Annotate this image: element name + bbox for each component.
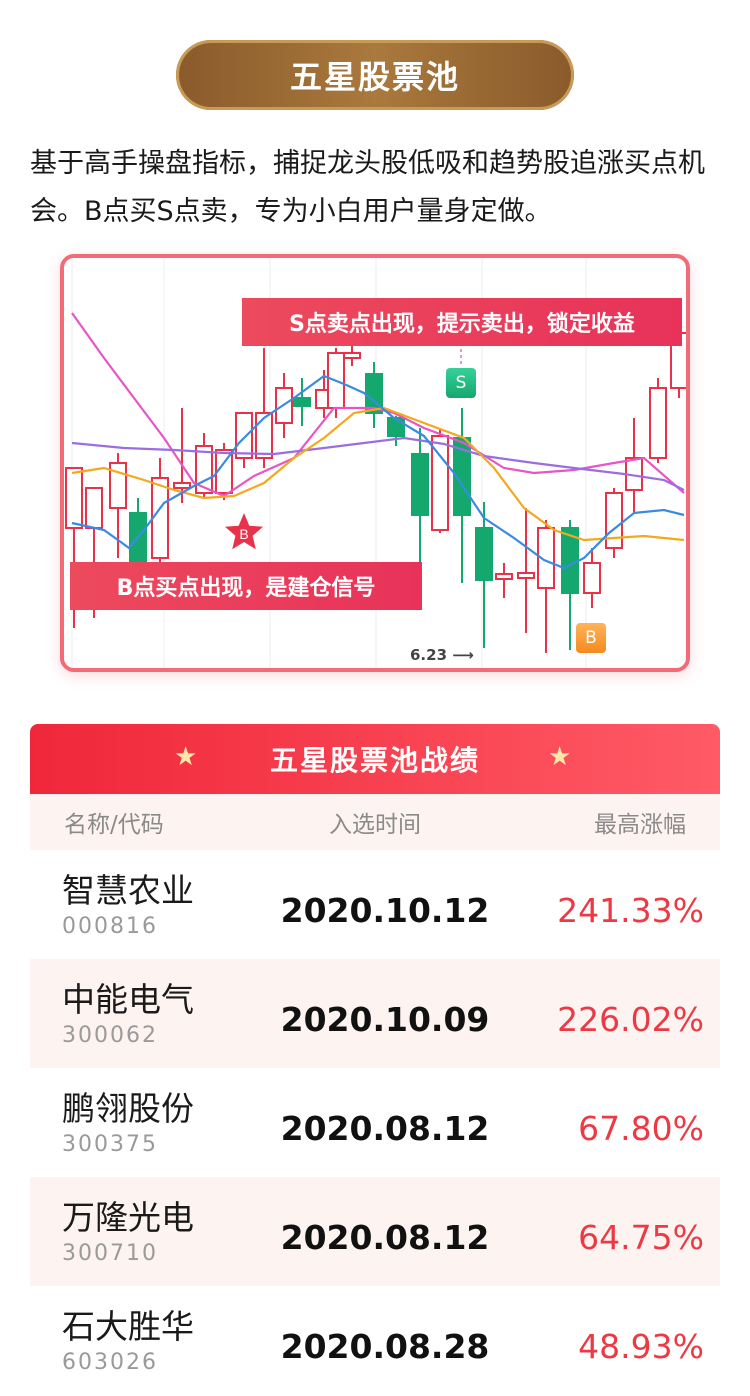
candle-down (475, 527, 493, 581)
selected-date: 2020.08.12 (280, 1109, 490, 1148)
candle-up (85, 487, 103, 529)
max-gain: 48.93% (578, 1327, 704, 1366)
candlestick-chart-card: B S点卖点出现，提示卖出，锁定收益 B点买点出现，是建仓信号 S B 6.23… (60, 254, 690, 672)
table-row[interactable]: 万隆光电 300710 2020.08.12 64.75% (30, 1177, 720, 1286)
stock-code: 603026 (62, 1349, 158, 1375)
candle-up (605, 492, 623, 549)
candle-up (65, 467, 83, 529)
stock-code: 000816 (62, 913, 158, 939)
buy-point-tag: B (576, 623, 606, 653)
selected-date: 2020.08.28 (280, 1327, 490, 1366)
stock-name: 万隆光电 (62, 1197, 194, 1237)
candle-up (235, 412, 253, 459)
table-row[interactable]: 石大胜华 603026 2020.08.28 48.93% (30, 1286, 720, 1395)
column-header-date: 入选时间 (329, 812, 421, 838)
column-header-gain: 最高涨幅 (594, 812, 686, 838)
candle-up (173, 482, 191, 489)
table-title: 五星股票池战绩 (269, 744, 480, 777)
stock-name: 石大胜华 (62, 1306, 194, 1346)
buy-signal-banner: B点买点出现，是建仓信号 (70, 562, 422, 610)
table-body: 智慧农业 000816 2020.10.12 241.33% 中能电气 3000… (30, 850, 720, 1395)
candle-up (255, 412, 273, 459)
table-header: ★ 五星股票池战绩 ★ (30, 724, 720, 794)
selected-date: 2020.10.09 (280, 1000, 490, 1039)
max-gain: 64.75% (578, 1218, 704, 1257)
stock-code: 300375 (62, 1131, 158, 1157)
stock-name: 中能电气 (62, 979, 194, 1019)
table-row[interactable]: 中能电气 300062 2020.10.09 226.02% (30, 959, 720, 1068)
stock-name: 智慧农业 (62, 870, 194, 910)
stock-cell: 万隆光电 300710 (30, 1196, 270, 1268)
sell-signal-banner: S点卖点出现，提示卖出，锁定收益 (242, 298, 682, 346)
selected-date: 2020.08.12 (280, 1218, 490, 1257)
star-icon: ★ (174, 742, 200, 772)
stock-code: 300062 (62, 1022, 158, 1048)
intro-text: 基于高手操盘指标，捕捉龙头股低吸和趋势股追涨买点机会。B点买S点卖，专为小白用户… (30, 148, 705, 227)
page-title-pill: 五星股票池 (176, 40, 574, 110)
star-icon: ★ (548, 742, 574, 772)
candle-up (517, 572, 535, 579)
candle-up (151, 477, 169, 559)
max-gain: 226.02% (557, 1000, 704, 1039)
stock-code: 300710 (62, 1240, 158, 1266)
date-marker: 6.23 ⟶ (410, 646, 474, 664)
candle-down (293, 397, 311, 407)
stock-cell: 石大胜华 603026 (30, 1305, 270, 1377)
stock-cell: 鹏翎股份 300375 (30, 1087, 270, 1159)
candle-up (495, 573, 513, 580)
table-row[interactable]: 智慧农业 000816 2020.10.12 241.33% (30, 850, 720, 959)
table-row[interactable]: 鹏翎股份 300375 2020.08.12 67.80% (30, 1068, 720, 1177)
stock-name: 鹏翎股份 (62, 1088, 194, 1128)
candle-up (583, 562, 601, 594)
candle-down (411, 453, 429, 516)
candle-up (343, 352, 361, 359)
candle-up (649, 387, 667, 459)
stock-cell: 中能电气 300062 (30, 978, 270, 1050)
max-gain: 241.33% (557, 891, 704, 930)
buy-star-label: B (239, 526, 248, 542)
stock-cell: 智慧农业 000816 (30, 869, 270, 941)
selected-date: 2020.10.12 (280, 891, 490, 930)
page-title: 五星股票池 (289, 58, 460, 96)
candle-down (387, 417, 405, 437)
column-headers: 名称/代码 入选时间 最高涨幅 (30, 794, 720, 850)
sell-point-tag: S (446, 368, 476, 398)
max-gain: 67.80% (578, 1109, 704, 1148)
performance-table: ★ 五星股票池战绩 ★ 名称/代码 入选时间 最高涨幅 智慧农业 000816 … (30, 724, 720, 1395)
column-header-name: 名称/代码 (64, 812, 164, 838)
